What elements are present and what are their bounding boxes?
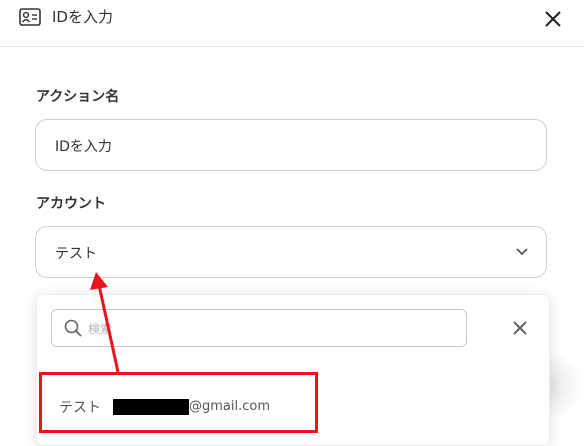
annotation-highlight-box xyxy=(39,372,318,433)
backdrop-shadow xyxy=(548,350,584,420)
search-icon xyxy=(64,319,82,337)
action-name-input[interactable]: IDを入力 xyxy=(35,119,547,171)
modal-title: IDを入力 xyxy=(52,8,113,26)
clear-search-icon[interactable] xyxy=(512,320,528,336)
search-input[interactable]: 検索 xyxy=(51,309,467,347)
id-card-icon xyxy=(19,8,41,26)
chevron-down-icon xyxy=(516,248,528,256)
modal-header: IDを入力 xyxy=(0,0,584,47)
account-selected-value: テスト xyxy=(55,246,97,262)
account-select[interactable]: テスト xyxy=(35,226,547,278)
account-label: アカウント xyxy=(36,196,106,212)
action-name-value: IDを入力 xyxy=(55,139,112,155)
close-icon[interactable] xyxy=(542,8,564,30)
action-name-label: アクション名 xyxy=(36,89,120,105)
search-placeholder: 検索 xyxy=(88,322,113,336)
